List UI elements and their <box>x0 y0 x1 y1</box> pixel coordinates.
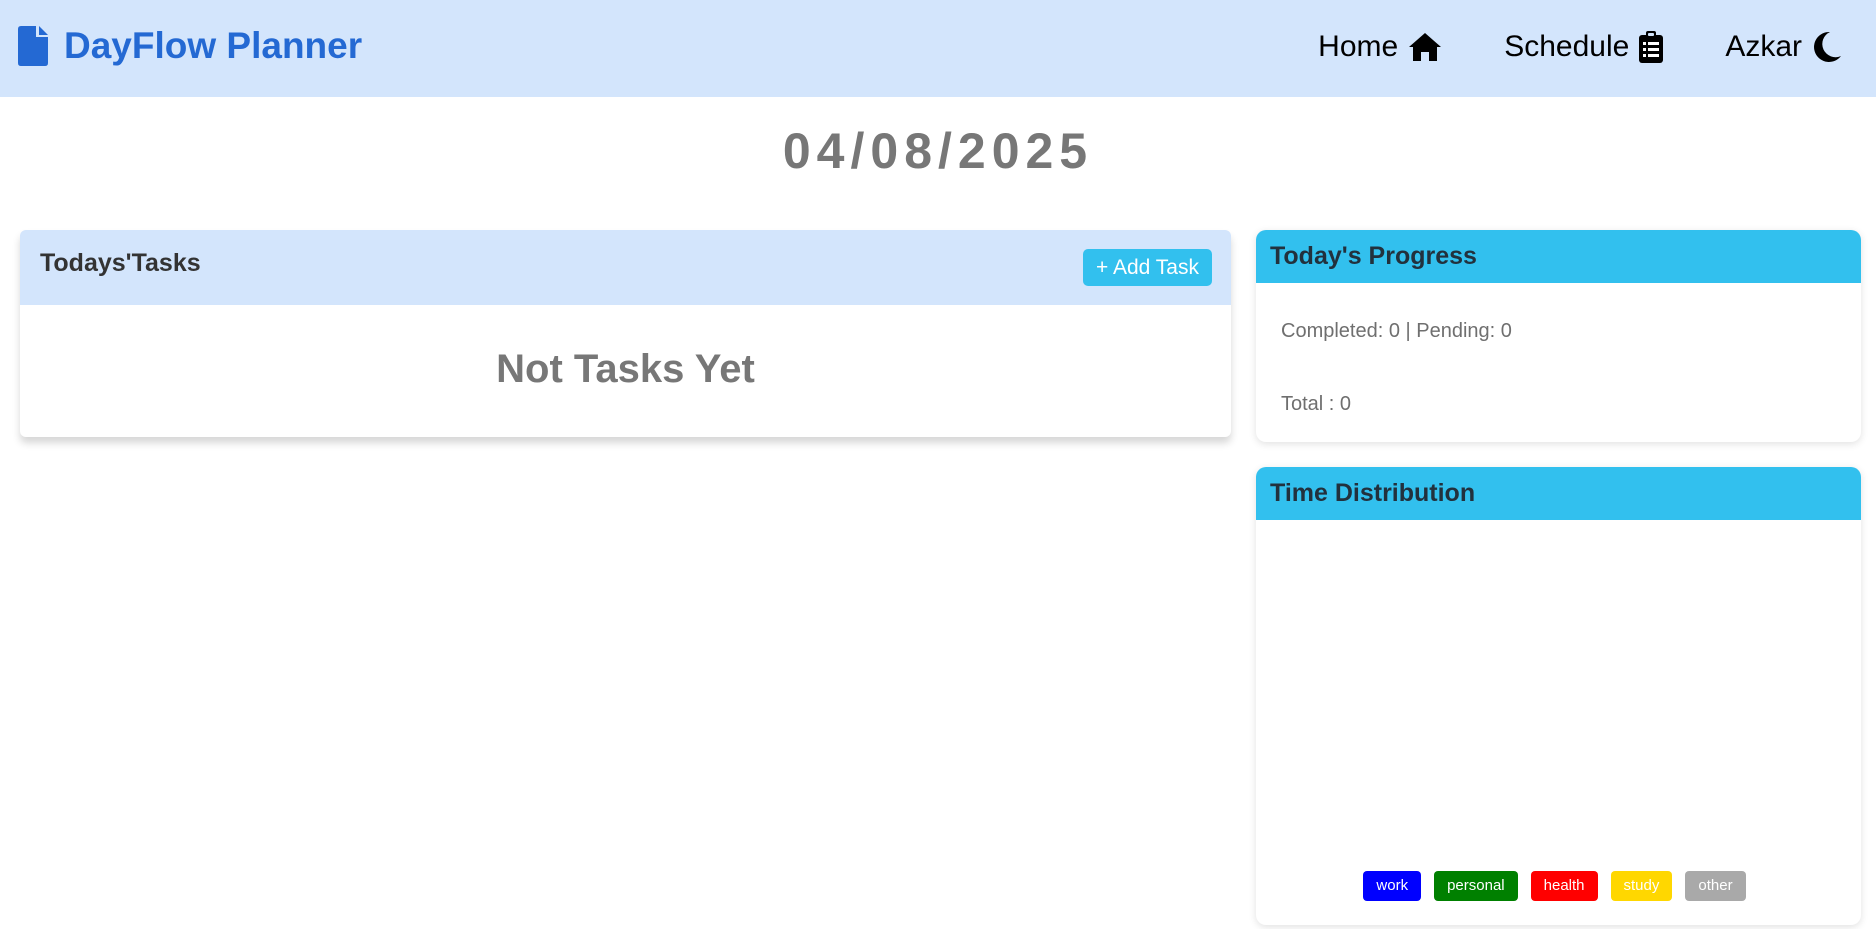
clipboard-icon <box>1639 31 1664 63</box>
nav-link-home-label: Home <box>1318 30 1399 63</box>
time-distribution-title: Time Distribution <box>1256 467 1861 520</box>
nav-link-azkar[interactable]: Azkar <box>1725 26 1842 68</box>
legend-study[interactable]: study <box>1610 871 1673 901</box>
nav-link-home[interactable]: Home <box>1318 26 1442 68</box>
home-icon <box>1409 33 1442 61</box>
progress-card: Today's Progress Completed: 0 | Pending:… <box>1256 230 1861 442</box>
current-date: 04/08/2025 <box>782 123 1094 179</box>
progress-status: Completed: 0 | Pending: 0 <box>1281 320 1512 342</box>
navbar: DayFlow Planner Home Schedule Azkar <box>0 0 1876 97</box>
category-legend: work personal health study other <box>1256 871 1861 901</box>
nav-links: Home Schedule Azkar <box>1318 26 1842 68</box>
nav-link-schedule[interactable]: Schedule <box>1504 26 1664 68</box>
file-icon <box>18 26 48 66</box>
tasks-header: Todays'Tasks + Add Task <box>20 230 1231 305</box>
time-distribution-card: Time Distribution work personal health s… <box>1256 467 1861 925</box>
progress-title: Today's Progress <box>1256 230 1861 283</box>
progress-total: Total : 0 <box>1281 393 1352 415</box>
legend-work[interactable]: work <box>1363 871 1422 901</box>
nav-link-azkar-label: Azkar <box>1725 30 1802 63</box>
moon-icon <box>1814 31 1841 62</box>
add-task-button[interactable]: + Add Task <box>1083 249 1212 286</box>
tasks-card: Todays'Tasks + Add Task Not Tasks Yet <box>20 230 1231 437</box>
empty-tasks-message: Not Tasks Yet <box>496 347 755 391</box>
legend-other[interactable]: other <box>1685 871 1746 901</box>
legend-personal[interactable]: personal <box>1434 871 1518 901</box>
legend-health[interactable]: health <box>1530 871 1598 901</box>
nav-link-schedule-label: Schedule <box>1504 30 1630 63</box>
tasks-title: Todays'Tasks <box>40 249 201 277</box>
app-title: DayFlow Planner <box>64 25 363 66</box>
brand[interactable]: DayFlow Planner <box>18 24 362 68</box>
